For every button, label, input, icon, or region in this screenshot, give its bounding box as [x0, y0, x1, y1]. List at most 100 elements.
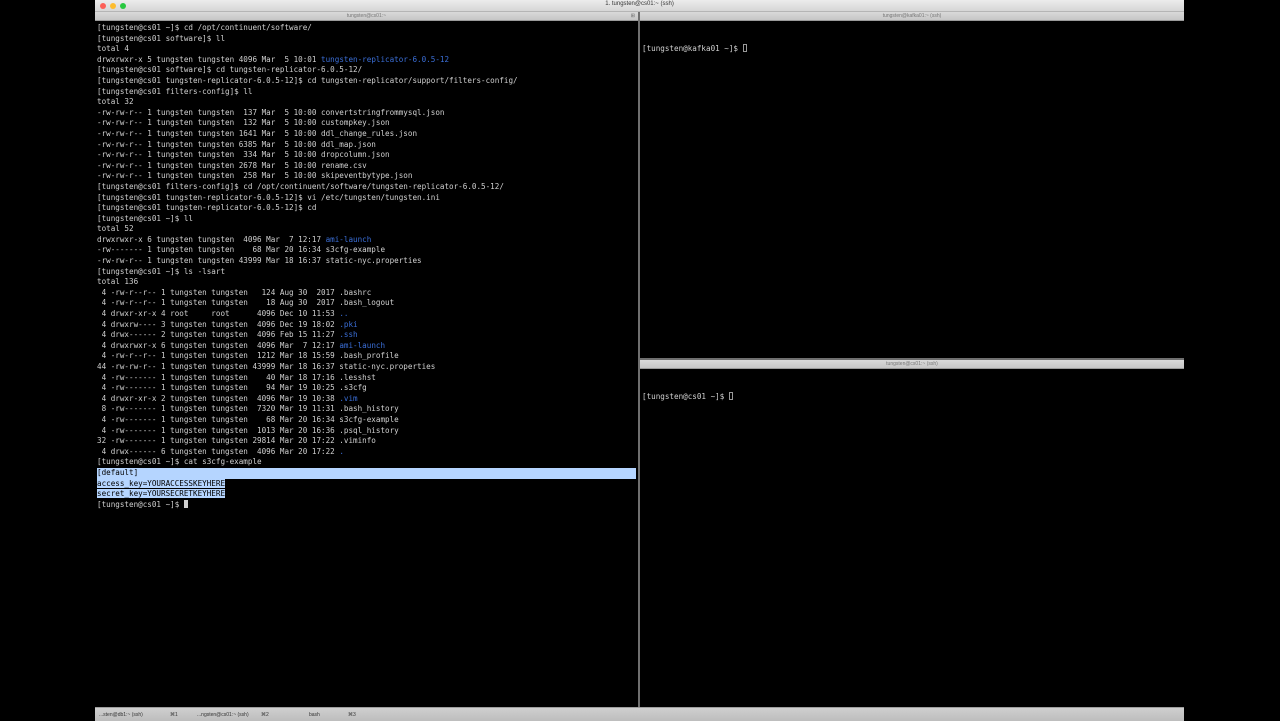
text-cursor [742, 44, 747, 53]
terminal-text: -rw------- 1 tungsten tungsten 68 Mar 20… [97, 245, 386, 255]
shell-prompt: [tungsten@cs01 ~]$ [642, 392, 729, 402]
terminal-pane-top-right[interactable]: tungsten@kafka01:~ (ssh) [tungsten@kafka… [640, 12, 1184, 358]
terminal-text: 4 drwx------ 2 tungsten tungsten 4096 Fe… [97, 330, 340, 340]
terminal-line: [tungsten@cs01 tungsten-replicator-6.0.5… [97, 76, 636, 87]
terminal-text: [tungsten@cs01 filters-config]$ cd /opt/… [97, 181, 504, 191]
terminal-line: 4 drwx------ 2 tungsten tungsten 4096 Fe… [97, 330, 636, 341]
terminal-line: [tungsten@cs01 software]$ cd tungsten-re… [97, 65, 636, 76]
terminal-text: 4 -rw-r--r-- 1 tungsten tungsten 18 Aug … [97, 298, 395, 308]
terminal-text: 4 -rw------- 1 tungsten tungsten 1013 Ma… [97, 425, 399, 435]
terminal-text: 4 -rw------- 1 tungsten tungsten 40 Mar … [97, 372, 376, 382]
terminal-pane-bottom-right[interactable]: tungsten@cs01:~ (ssh) [tungsten@cs01 ~]$ [640, 360, 1184, 707]
terminal-text: access_key=YOURACCESSKEYHERE [97, 478, 226, 488]
window-title: 1. tungsten@cs01:~ (ssh) [605, 1, 674, 7]
terminal-line: 32 -rw------- 1 tungsten tungsten 29814 … [97, 436, 636, 447]
pane-header-title: tungsten@cs01:~ (ssh) [886, 361, 938, 367]
terminal-line: [tungsten@cs01 ~]$ cd /opt/continuent/so… [97, 23, 636, 34]
tab-db1[interactable]: ...sten@db1:~ (ssh) ⌘1 [95, 710, 185, 719]
terminal-text: [tungsten@cs01 ~]$ cat s3cfg-example [97, 457, 262, 467]
directory-name: .. [339, 309, 349, 319]
terminal-text: drwxrwxr-x 5 tungsten tungsten 4096 Mar … [97, 54, 322, 64]
terminal-line: total 136 [97, 277, 636, 288]
terminal-line: [tungsten@cs01 software]$ ll [97, 34, 636, 45]
terminal-text: [tungsten@cs01 ~]$ cd /opt/continuent/so… [97, 23, 312, 32]
pane-header-left: tungsten@cs01:~ ⊞ [95, 12, 638, 21]
terminal-line: access_key=YOURACCESSKEYHERE [97, 478, 636, 490]
tab-shortcut: ⌘1 [170, 712, 178, 718]
pane-header-top-right: tungsten@kafka01:~ (ssh) [640, 12, 1184, 21]
terminal-text: 4 drwx------ 6 tungsten tungsten 4096 Ma… [97, 446, 340, 456]
pane-header-title: tungsten@cs01:~ [346, 13, 387, 19]
terminal-text: [tungsten@cs01 ~]$ ll [97, 213, 194, 223]
terminal-text: total 4 [97, 44, 130, 54]
terminal-text: total 136 [97, 277, 139, 287]
terminal-line: [tungsten@cs01 ~]$ ll [97, 214, 636, 225]
terminal-line: 4 drwxr-xr-x 2 tungsten tungsten 4096 Ma… [97, 394, 636, 405]
terminal-text: total 52 [97, 224, 134, 234]
terminal-line: 4 -rw-r--r-- 1 tungsten tungsten 1212 Ma… [97, 351, 636, 362]
directory-name: .vim [339, 393, 358, 403]
pane-header-title: tungsten@kafka01:~ (ssh) [882, 13, 942, 19]
terminal-text: [tungsten@cs01 tungsten-replicator-6.0.5… [97, 75, 518, 85]
window-title-bar: 1. tungsten@cs01:~ (ssh) [95, 0, 1184, 12]
terminal-pane-left[interactable]: tungsten@cs01:~ ⊞ [tungsten@cs01 ~]$ cd … [95, 12, 638, 707]
terminal-line: -rw-rw-r-- 1 tungsten tungsten 6385 Mar … [97, 140, 636, 151]
terminal-text: [tungsten@cs01 tungsten-replicator-6.0.5… [97, 192, 440, 202]
terminal-text: -rw-rw-r-- 1 tungsten tungsten 334 Mar 5… [97, 150, 390, 160]
terminal-text: 4 -rw-r--r-- 1 tungsten tungsten 124 Aug… [97, 287, 372, 297]
terminal-line: 4 -rw------- 1 tungsten tungsten 1013 Ma… [97, 426, 636, 437]
tab-shortcut: ⌘3 [348, 712, 356, 718]
terminal-line: [tungsten@cs01 tungsten-replicator-6.0.5… [97, 203, 636, 214]
tab-bar: ...sten@db1:~ (ssh) ⌘1 ...ngsten@cs01:~ … [95, 707, 1184, 721]
terminal-text: 4 drwxr-xr-x 4 root root 4096 Dec 10 11:… [97, 309, 340, 319]
terminal-line: 44 -rw-rw-r-- 1 tungsten tungsten 43999 … [97, 362, 636, 373]
terminal-line: [tungsten@kafka01 ~]$ [642, 44, 1182, 55]
terminal-line: -rw-rw-r-- 1 tungsten tungsten 137 Mar 5… [97, 108, 636, 119]
terminal-text: -rw-rw-r-- 1 tungsten tungsten 258 Mar 5… [97, 171, 413, 181]
text-cursor [183, 499, 188, 508]
tab-cs01[interactable]: ...ngsten@cs01:~ (ssh) ⌘2 [193, 710, 275, 719]
terminal-text: 32 -rw------- 1 tungsten tungsten 29814 … [97, 436, 376, 446]
terminal-text: drwxrwxr-x 6 tungsten tungsten 4096 Mar … [97, 234, 326, 244]
terminal-line: -rw-rw-r-- 1 tungsten tungsten 334 Mar 5… [97, 150, 636, 161]
terminal-output-left[interactable]: [tungsten@cs01 ~]$ cd /opt/continuent/so… [97, 23, 636, 707]
terminal-line: 4 -rw------- 1 tungsten tungsten 94 Mar … [97, 383, 636, 394]
terminal-line: drwxrwxr-x 5 tungsten tungsten 4096 Mar … [97, 55, 636, 66]
terminal-line: -rw------- 1 tungsten tungsten 68 Mar 20… [97, 245, 636, 256]
terminal-line: total 52 [97, 224, 636, 235]
terminal-line: drwxrwxr-x 6 tungsten tungsten 4096 Mar … [97, 235, 636, 246]
terminal-text: 4 -rw------- 1 tungsten tungsten 94 Mar … [97, 383, 367, 393]
tab-label: ...ngsten@cs01:~ (ssh) [197, 712, 249, 718]
terminal-line: [tungsten@cs01 filters-config]$ cd /opt/… [97, 182, 636, 193]
terminal-line: secret_key=YOURSECRETKEYHERE [97, 489, 636, 500]
terminal-line: 8 -rw------- 1 tungsten tungsten 7320 Ma… [97, 404, 636, 415]
terminal-text: 4 drwxr-xr-x 2 tungsten tungsten 4096 Ma… [97, 393, 340, 403]
terminal-line: [tungsten@cs01 ~]$ [97, 499, 636, 511]
terminal-text: [tungsten@cs01 ~]$ ls -lsart [97, 266, 226, 276]
directory-name: ami-launch [325, 234, 372, 244]
terminal-output-bottom-right[interactable]: [tungsten@cs01 ~]$ [642, 371, 1182, 707]
terminal-output-top-right[interactable]: [tungsten@kafka01 ~]$ [642, 23, 1182, 358]
terminal-line: [tungsten@cs01 ~]$ [642, 392, 1182, 403]
tab-bash[interactable]: bash ⌘3 [305, 710, 365, 719]
directory-name: .pki [339, 319, 358, 329]
terminal-line: -rw-rw-r-- 1 tungsten tungsten 258 Mar 5… [97, 171, 636, 182]
directory-name: ami-launch [339, 340, 386, 350]
terminal-text: [tungsten@cs01 filters-config]$ ll [97, 86, 253, 96]
terminal-text: 8 -rw------- 1 tungsten tungsten 7320 Ma… [97, 404, 399, 414]
pane-header-bottom-right: tungsten@cs01:~ (ssh) [640, 360, 1184, 369]
terminal-text: -rw-rw-r-- 1 tungsten tungsten 6385 Mar … [97, 139, 376, 149]
terminal-text: [tungsten@cs01 software]$ cd tungsten-re… [97, 65, 363, 75]
split-pane-icon[interactable]: ⊞ [631, 13, 635, 19]
terminal-text: [tungsten@cs01 tungsten-replicator-6.0.5… [97, 203, 317, 213]
terminal-line: 4 -rw------- 1 tungsten tungsten 68 Mar … [97, 415, 636, 426]
terminal-text: [tungsten@cs01 ~]$ [97, 499, 184, 509]
terminal-text: 44 -rw-rw-r-- 1 tungsten tungsten 43999 … [97, 362, 436, 371]
terminal-text: 4 drwxrw---- 3 tungsten tungsten 4096 De… [97, 319, 340, 329]
terminal-text: secret_key=YOURSECRETKEYHERE [97, 489, 226, 499]
tab-label: bash [309, 712, 320, 718]
terminal-line: 4 drwxrw---- 3 tungsten tungsten 4096 De… [97, 320, 636, 331]
terminal-line: 4 drwxrwxr-x 6 tungsten tungsten 4096 Ma… [97, 341, 636, 352]
terminal-line: -rw-rw-r-- 1 tungsten tungsten 132 Mar 5… [97, 118, 636, 129]
terminal-text: -rw-rw-r-- 1 tungsten tungsten 2678 Mar … [97, 160, 367, 170]
